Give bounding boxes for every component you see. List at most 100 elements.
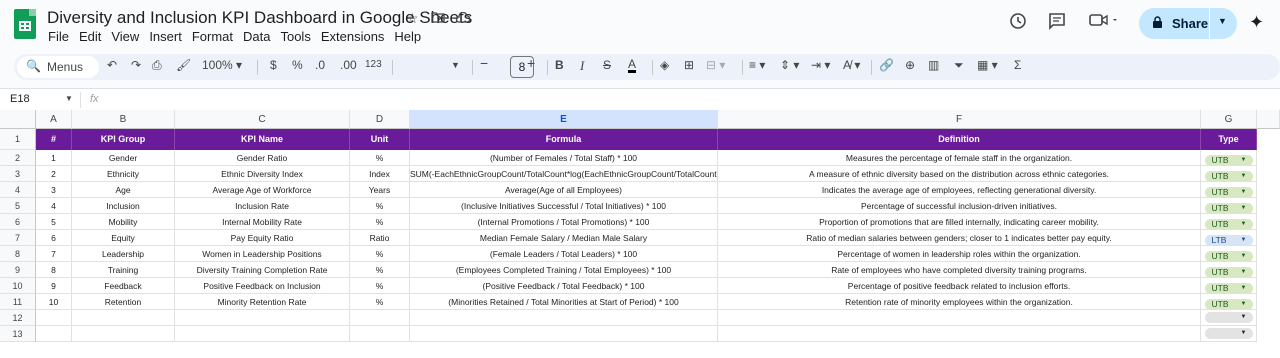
table-cell[interactable]: Percentage of women in leadership roles … (718, 246, 1201, 262)
menu-edit[interactable]: Edit (79, 29, 101, 44)
table-cell[interactable]: Retention (72, 294, 175, 310)
table-cell[interactable]: A measure of ethnic diversity based on t… (718, 166, 1201, 182)
star-icon[interactable]: ☆ (406, 10, 419, 27)
row-header[interactable]: 2 (0, 150, 36, 166)
table-cell[interactable]: % (350, 214, 410, 230)
table-cell[interactable]: ▼ (1201, 310, 1257, 326)
gemini-sparkle-icon[interactable]: ✦ (1249, 12, 1264, 33)
table-cell[interactable]: Minority Retention Rate (175, 294, 350, 310)
spreadsheet-grid[interactable]: A B C D E F G 1 2 3 4 5 6 7 8 9 10 11 12 13 # KPI Group KPI Na… (0, 110, 1280, 358)
table-cell[interactable]: Diversity Training Completion Rate (175, 262, 350, 278)
row-header[interactable]: 9 (0, 262, 36, 278)
table-cell[interactable]: 4 (36, 198, 72, 214)
text-color-button[interactable]: A (628, 58, 637, 73)
table-cell[interactable]: UTB ▼ (1201, 246, 1257, 262)
table-cell[interactable]: SUM(-EachEthnicGroupCount/TotalCount*log… (410, 166, 718, 182)
increase-font-size-icon[interactable]: + (527, 55, 535, 71)
horizontal-align-icon[interactable]: ≡ ▾ (749, 58, 765, 72)
filter-views-icon[interactable]: ▦ ▾ (977, 58, 998, 72)
table-cell[interactable] (350, 310, 410, 326)
table-cell[interactable]: Percentage of positive feedback related … (718, 278, 1201, 294)
type-dropdown-chip[interactable]: LTB ▼ (1204, 235, 1253, 245)
menu-format[interactable]: Format (192, 29, 233, 44)
type-dropdown-chip[interactable]: ▼ (1204, 312, 1253, 323)
table-cell[interactable]: Leadership (72, 246, 175, 262)
table-cell[interactable]: Pay Equity Ratio (175, 230, 350, 246)
redo-icon[interactable]: ↷ (131, 58, 141, 72)
bold-button[interactable]: B (555, 58, 564, 72)
decrease-font-size-icon[interactable]: − (480, 55, 488, 71)
table-cell[interactable] (718, 310, 1201, 326)
select-all-corner[interactable] (0, 110, 36, 129)
table-cell[interactable]: (Internal Promotions / Total Promotions)… (410, 214, 718, 230)
menu-extensions[interactable]: Extensions (321, 29, 385, 44)
insert-comment-icon[interactable]: ⊕ (905, 58, 915, 72)
type-dropdown-chip[interactable]: UTB ▼ (1204, 219, 1253, 229)
table-cell[interactable]: 6 (36, 230, 72, 246)
type-dropdown-chip[interactable]: UTB ▼ (1204, 267, 1253, 277)
fill-color-icon[interactable]: ◈ (660, 58, 669, 72)
table-cell[interactable]: (Minorities Retained / Total Minorities … (410, 294, 718, 310)
table-cell[interactable]: UTB ▼ (1201, 182, 1257, 198)
table-cell[interactable]: Ethnic Diversity Index (175, 166, 350, 182)
row-header[interactable]: 7 (0, 230, 36, 246)
table-cell[interactable]: UTB ▼ (1201, 214, 1257, 230)
column-header-b[interactable]: B (72, 110, 175, 129)
name-box[interactable]: E18 (10, 93, 30, 105)
share-dropdown-icon[interactable]: ▼ (1218, 16, 1227, 26)
table-cell[interactable]: % (350, 150, 410, 166)
table-cell[interactable]: Training (72, 262, 175, 278)
undo-icon[interactable]: ↶ (107, 58, 117, 72)
insert-link-icon[interactable]: 🔗 (879, 58, 894, 72)
menus-search[interactable]: 🔍 Menus (17, 56, 99, 78)
table-cell[interactable] (36, 326, 72, 342)
type-dropdown-chip[interactable]: ▼ (1204, 328, 1253, 339)
text-wrapping-icon[interactable]: ⇥ ▾ (811, 58, 830, 72)
row-header[interactable]: 13 (0, 326, 36, 342)
table-cell[interactable]: Gender Ratio (175, 150, 350, 166)
type-dropdown-chip[interactable]: UTB ▼ (1204, 171, 1253, 181)
row-header[interactable]: 5 (0, 198, 36, 214)
table-cell[interactable]: 2 (36, 166, 72, 182)
menu-data[interactable]: Data (243, 29, 270, 44)
table-cell[interactable]: 10 (36, 294, 72, 310)
table-cell[interactable]: Ethnicity (72, 166, 175, 182)
table-header-cell[interactable]: Unit (350, 129, 410, 150)
type-dropdown-chip[interactable]: UTB ▼ (1204, 155, 1253, 165)
share-button[interactable]: Share ▼ (1139, 8, 1237, 39)
column-header-c[interactable]: C (175, 110, 350, 129)
merge-cells-icon[interactable]: ⊟ ▾ (706, 58, 725, 72)
table-cell[interactable]: UTB ▼ (1201, 294, 1257, 310)
table-cell[interactable]: 8 (36, 262, 72, 278)
print-icon[interactable]: ⎙ (152, 58, 162, 73)
name-box-dropdown-icon[interactable]: ▼ (65, 94, 73, 103)
row-header[interactable]: 1 (0, 129, 36, 150)
table-cell[interactable] (72, 326, 175, 342)
table-cell[interactable] (718, 326, 1201, 342)
vertical-align-icon[interactable]: ⇕ ▾ (780, 58, 799, 72)
table-cell[interactable]: Women in Leadership Positions (175, 246, 350, 262)
cloud-status-icon[interactable] (455, 10, 471, 26)
table-cell[interactable]: UTB ▼ (1201, 262, 1257, 278)
column-header-g[interactable]: G (1201, 110, 1257, 129)
decrease-decimal-button[interactable]: .0 (315, 58, 325, 72)
version-history-icon[interactable] (1009, 12, 1027, 35)
table-cell[interactable]: (Inclusive Initiatives Successful / Tota… (410, 198, 718, 214)
column-header-e[interactable]: E (410, 110, 718, 129)
row-header[interactable]: 3 (0, 166, 36, 182)
table-cell[interactable] (72, 310, 175, 326)
table-cell[interactable]: Median Female Salary / Median Male Salar… (410, 230, 718, 246)
table-cell[interactable]: Feedback (72, 278, 175, 294)
row-header[interactable]: 8 (0, 246, 36, 262)
italic-button[interactable]: I (580, 58, 584, 74)
table-cell[interactable]: Index (350, 166, 410, 182)
table-cell[interactable]: Measures the percentage of female staff … (718, 150, 1201, 166)
menu-help[interactable]: Help (394, 29, 421, 44)
filter-icon[interactable]: ⏷ (954, 58, 964, 73)
type-dropdown-chip[interactable]: UTB ▼ (1204, 283, 1253, 293)
sheets-logo-icon[interactable] (14, 9, 36, 39)
type-dropdown-chip[interactable]: UTB ▼ (1204, 299, 1253, 309)
table-header-cell[interactable]: KPI Group (72, 129, 175, 150)
format-currency-button[interactable]: $ (270, 58, 277, 72)
table-cell[interactable]: (Employees Completed Training / Total Em… (410, 262, 718, 278)
